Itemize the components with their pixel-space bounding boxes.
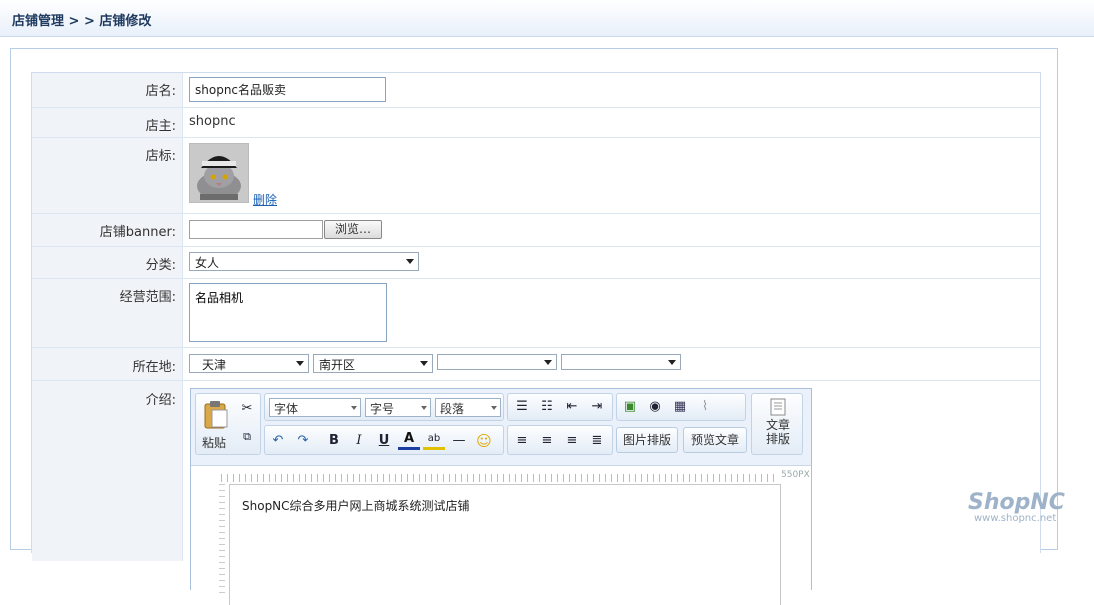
row-location: 所在地: 天津 南开区 <box>32 348 1040 381</box>
image-icon[interactable]: ▣ <box>619 397 641 417</box>
copy-icon[interactable]: ⧉ <box>236 427 258 447</box>
chevron-down-icon <box>420 361 428 366</box>
editor-content-area[interactable]: 550PX ShopNC综合多用户网上商城系统测试店铺 <box>191 465 811 605</box>
outdent-icon[interactable]: ⇤ <box>561 397 583 417</box>
paste-button[interactable]: 粘贴 <box>200 398 232 452</box>
align-right-icon[interactable]: ≡ <box>561 431 583 451</box>
banner-file-input[interactable] <box>189 220 323 239</box>
chevron-down-icon <box>296 361 304 366</box>
editor-content-text: ShopNC综合多用户网上商城系统测试店铺 <box>242 499 470 513</box>
unordered-list-icon[interactable]: ☷ <box>536 397 558 417</box>
breadcrumb: 店铺管理 > > 店铺修改 <box>12 14 152 29</box>
banner-label: 店铺banner: <box>32 214 183 246</box>
store-name-input[interactable] <box>189 77 386 102</box>
owner-label: 店主: <box>32 108 183 137</box>
paste-icon <box>204 401 228 429</box>
browse-button[interactable]: 浏览… <box>324 220 382 239</box>
attachment-icon[interactable]: ⌇ <box>694 397 716 417</box>
top-header-bar: 店铺管理 > > 店铺修改 <box>0 0 1094 37</box>
insert-group: ▣ ◉ ▦ ⌇ <box>616 393 746 421</box>
chevron-down-icon <box>668 360 676 365</box>
text-style-group: ↶ ↷ B I U A ab — ☺ <box>264 425 504 455</box>
row-intro: 介绍: 粘贴 ✂ ⧉ 字体 字号 段落 ☰ ☷ ⇤ ⇥ ▣ ◉ ▦ ⌇ ↶ ↷ … <box>32 381 1040 605</box>
shopnc-watermark-logo: ShopNC www.shopnc.net <box>968 490 1088 530</box>
logo-label: 店标: <box>32 138 183 213</box>
underline-icon[interactable]: U <box>373 431 395 451</box>
category-label: 分类: <box>32 247 183 278</box>
row-store-name: 店名: <box>32 73 1040 108</box>
italic-icon[interactable]: I <box>348 431 370 451</box>
edit-form: 店名: 店主: shopnc 店标: <box>31 72 1041 605</box>
sub-area-select-1[interactable] <box>437 354 557 370</box>
undo-icon[interactable]: ↶ <box>267 431 289 451</box>
location-label: 所在地: <box>32 348 183 380</box>
document-icon <box>770 398 786 416</box>
ruler-width-label: 550PX <box>781 470 810 480</box>
chevron-down-icon <box>351 406 357 410</box>
chevron-down-icon <box>421 406 427 410</box>
row-logo: 店标: 删除 <box>32 138 1040 214</box>
chevron-down-icon <box>544 360 552 365</box>
sub-area-select-2[interactable] <box>561 354 681 370</box>
bold-icon[interactable]: B <box>323 431 345 451</box>
row-category: 分类: 女人 <box>32 247 1040 279</box>
article-layout-button[interactable]: 文章 排版 <box>751 393 803 455</box>
align-center-icon[interactable]: ≡ <box>536 431 558 451</box>
province-select[interactable]: 天津 <box>189 354 309 373</box>
preview-article-button[interactable]: 预览文章 <box>683 427 747 453</box>
row-banner: 店铺banner: 浏览… <box>32 214 1040 247</box>
row-scope: 经营范围: 名品相机 <box>32 279 1040 348</box>
rich-text-editor: 粘贴 ✂ ⧉ 字体 字号 段落 ☰ ☷ ⇤ ⇥ ▣ ◉ ▦ ⌇ ↶ ↷ B I … <box>190 388 812 605</box>
media-icon[interactable]: ◉ <box>644 397 666 417</box>
delete-logo-link[interactable]: 删除 <box>253 191 277 208</box>
article-layout-label: 文章 排版 <box>765 418 790 446</box>
paragraph-select[interactable]: 段落 <box>435 398 501 417</box>
cut-icon[interactable]: ✂ <box>236 399 258 419</box>
ordered-list-icon[interactable]: ☰ <box>511 397 533 417</box>
chevron-down-icon <box>406 259 414 264</box>
format-select-group: 字体 字号 段落 <box>264 393 504 421</box>
intro-label: 介绍: <box>32 381 183 561</box>
emoticon-icon[interactable]: ☺ <box>473 431 495 451</box>
district-select[interactable]: 南开区 <box>313 354 433 373</box>
clipboard-group: 粘贴 ✂ ⧉ <box>195 393 261 455</box>
paste-label: 粘贴 <box>202 436 227 450</box>
owner-value: shopnc <box>189 114 236 129</box>
align-left-icon[interactable]: ≡ <box>511 431 533 451</box>
font-color-icon[interactable]: A <box>398 431 420 450</box>
table-icon[interactable]: ▦ <box>669 397 691 417</box>
highlight-icon[interactable]: ab <box>423 431 445 450</box>
watermark-site: www.shopnc.net <box>974 513 1057 524</box>
scope-textarea[interactable]: 名品相机 <box>189 283 387 342</box>
list-group: ☰ ☷ ⇤ ⇥ <box>507 393 613 421</box>
store-logo-image <box>189 143 249 203</box>
image-layout-button[interactable]: 图片排版 <box>616 427 678 453</box>
watermark-brand: ShopNC <box>968 490 1065 515</box>
font-size-select[interactable]: 字号 <box>365 398 431 417</box>
align-justify-icon[interactable]: ≣ <box>586 431 608 451</box>
chevron-down-icon <box>491 406 497 410</box>
store-name-label: 店名: <box>32 73 183 107</box>
main-panel: 店名: 店主: shopnc 店标: <box>10 48 1058 605</box>
vertical-ruler <box>219 484 225 594</box>
redo-icon[interactable]: ↷ <box>292 431 314 451</box>
horizontal-ruler <box>221 474 779 482</box>
row-owner: 店主: shopnc <box>32 108 1040 138</box>
font-family-select[interactable]: 字体 <box>269 398 361 417</box>
editor-page[interactable]: ShopNC综合多用户网上商城系统测试店铺 <box>229 484 781 605</box>
indent-icon[interactable]: ⇥ <box>586 397 608 417</box>
category-select[interactable]: 女人 <box>189 252 419 271</box>
align-group: ≡ ≡ ≡ ≣ <box>507 425 613 455</box>
horizontal-rule-icon[interactable]: — <box>448 431 470 451</box>
scope-label: 经营范围: <box>32 279 183 347</box>
